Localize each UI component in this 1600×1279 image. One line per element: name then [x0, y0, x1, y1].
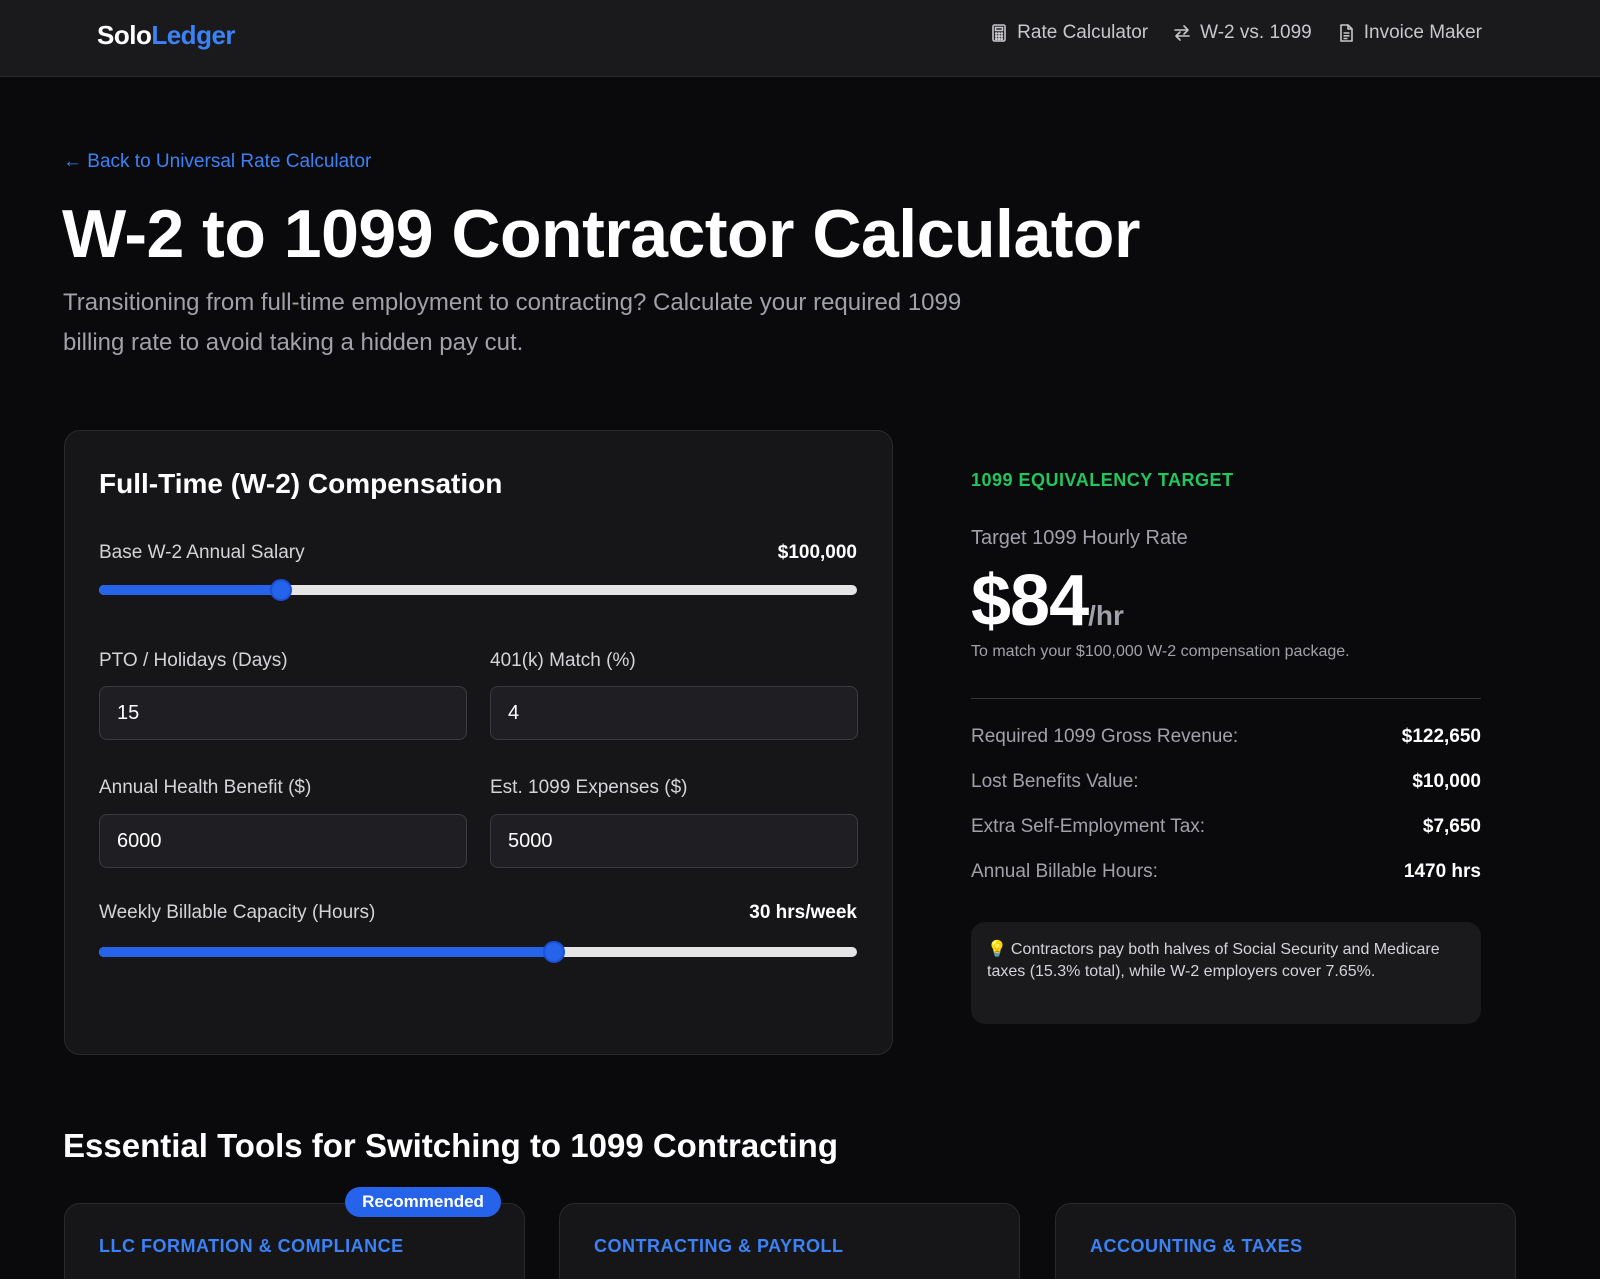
stat-value: $7,650 — [1422, 816, 1481, 837]
stat-label: Extra Self-Employment Tax: — [971, 816, 1206, 837]
tool-category: CONTRACTING & PAYROLL — [594, 1236, 844, 1256]
nav-label: W-2 vs. 1099 — [1200, 22, 1312, 43]
stat-row-se-tax: Extra Self-Employment Tax: $7,650 — [971, 816, 1481, 838]
capacity-label: Weekly Billable Capacity (Hours) — [99, 902, 376, 923]
slider-fill — [99, 947, 554, 957]
salary-label: Base W-2 Annual Salary — [99, 542, 305, 563]
page-subtitle: Transitioning from full-time employment … — [63, 289, 962, 356]
brand-name-part2: Ledger — [151, 20, 236, 50]
expenses-input[interactable]: 5000 — [490, 814, 858, 868]
stat-value: $10,000 — [1412, 771, 1481, 792]
match-input[interactable]: 4 — [490, 686, 858, 740]
stat-value: 1470 hrs — [1403, 861, 1481, 882]
brand-logo[interactable]: SoloLedger — [97, 20, 236, 51]
nav-label: Invoice Maker — [1363, 22, 1482, 43]
recommended-badge: Recommended — [345, 1187, 501, 1217]
pto-input[interactable]: 15 — [99, 686, 467, 740]
page-title: W-2 to 1099 Contractor Calculator — [62, 196, 1140, 272]
stat-label: Required 1099 Gross Revenue: — [971, 726, 1239, 747]
results-eyebrow: 1099 EQUIVALENCY TARGET — [971, 470, 1234, 490]
stat-row-billable-hours: Annual Billable Hours: 1470 hrs — [971, 861, 1481, 883]
nav-invoice-maker[interactable]: Invoice Maker — [1336, 22, 1482, 44]
health-benefit-label: Annual Health Benefit ($) — [99, 777, 312, 798]
main-nav: Rate Calculator W-2 vs. 1099 Invoice Mak… — [989, 22, 1482, 44]
tool-category: ACCOUNTING & TAXES — [1090, 1236, 1303, 1256]
results-panel: 1099 EQUIVALENCY TARGET Target 1099 Hour… — [971, 470, 1481, 1024]
tools-section-title: Essential Tools for Switching to 1099 Co… — [63, 1127, 839, 1164]
salary-slider[interactable] — [99, 578, 857, 602]
lightbulb-icon: 💡 — [987, 941, 1007, 958]
stat-label: Lost Benefits Value: — [971, 771, 1139, 792]
pto-label: PTO / Holidays (Days) — [99, 650, 288, 671]
health-benefit-input[interactable]: 6000 — [99, 814, 467, 868]
tool-category: LLC FORMATION & COMPLIANCE — [99, 1236, 404, 1256]
slider-thumb[interactable] — [269, 579, 292, 601]
hourly-rate-unit: /hr — [1088, 600, 1124, 631]
card-title: Full-Time (W-2) Compensation — [99, 468, 503, 499]
stat-row-lost-benefits: Lost Benefits Value: $10,000 — [971, 771, 1481, 793]
top-navbar: SoloLedger Rate Calculator W-2 vs. 1099 — [0, 0, 1600, 77]
expenses-label: Est. 1099 Expenses ($) — [490, 777, 688, 798]
hourly-rate-value: $84 — [971, 561, 1089, 641]
nav-w2-vs-1099[interactable]: W-2 vs. 1099 — [1172, 22, 1312, 44]
stat-row-gross-revenue: Required 1099 Gross Revenue: $122,650 — [971, 726, 1481, 748]
tool-card-contracting[interactable]: CONTRACTING & PAYROLL — [559, 1203, 1020, 1279]
hourly-rate: $84/hr — [971, 560, 1124, 642]
slider-fill — [99, 585, 281, 595]
w2-compensation-card: Full-Time (W-2) Compensation Base W-2 An… — [64, 430, 893, 1055]
nav-label: Rate Calculator — [1017, 22, 1149, 43]
match-label: 401(k) Match (%) — [490, 650, 636, 671]
rate-label: Target 1099 Hourly Rate — [971, 527, 1188, 549]
nav-rate-calculator[interactable]: Rate Calculator — [989, 22, 1148, 44]
document-icon — [1339, 24, 1353, 42]
tool-card-accounting[interactable]: ACCOUNTING & TAXES — [1055, 1203, 1516, 1279]
brand-name-part1: Solo — [97, 20, 152, 50]
slider-thumb[interactable] — [542, 941, 565, 963]
back-to-rate-calculator-link[interactable]: ← Back to Universal Rate Calculator — [63, 151, 371, 173]
capacity-slider[interactable] — [99, 940, 857, 964]
rate-note: To match your $100,000 W-2 compensation … — [971, 643, 1350, 660]
stat-value: $122,650 — [1401, 726, 1481, 747]
salary-value: $100,000 — [777, 542, 857, 563]
swap-icon — [1174, 25, 1190, 41]
results-divider — [971, 698, 1481, 699]
calculator-icon — [992, 24, 1006, 42]
tax-tip-text: Contractors pay both halves of Social Se… — [987, 941, 1440, 980]
tax-tip-box: 💡 Contractors pay both halves of Social S… — [971, 922, 1481, 1024]
capacity-value: 30 hrs/week — [749, 902, 857, 923]
stat-label: Annual Billable Hours: — [971, 861, 1158, 882]
